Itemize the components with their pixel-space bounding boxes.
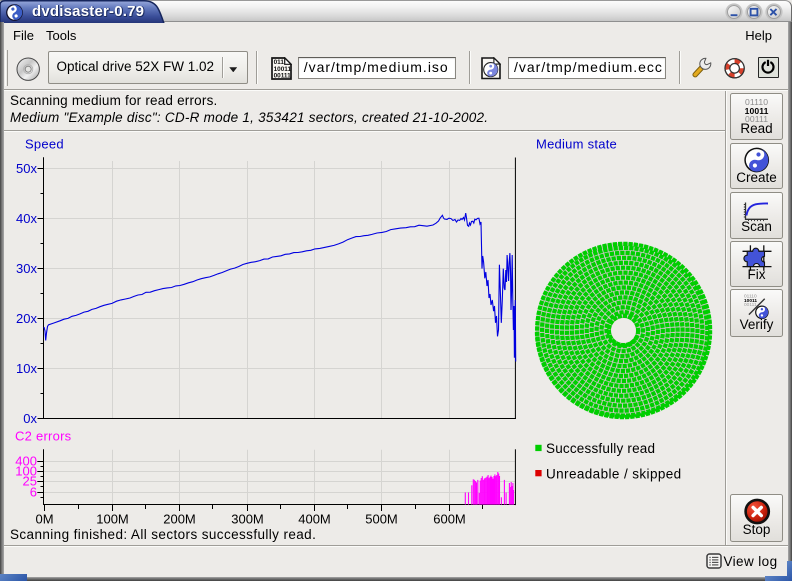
svg-text:50x: 50x [16,161,37,176]
svg-text:0M: 0M [35,512,53,527]
svg-text:C2 errors: C2 errors [15,429,72,444]
svg-text:100M: 100M [96,512,129,527]
svg-text:0x: 0x [23,411,37,426]
svg-text:20x: 20x [16,311,37,326]
svg-text:40x: 40x [16,211,37,226]
svg-text:30x: 30x [16,261,37,276]
svg-text:Unreadable / skipped: Unreadable / skipped [546,467,682,482]
svg-text:600M: 600M [433,512,466,527]
svg-text:6: 6 [30,485,37,500]
svg-text:400M: 400M [298,512,331,527]
svg-text:Medium state: Medium state [536,137,617,152]
svg-text:300M: 300M [231,512,264,527]
svg-text:500M: 500M [365,512,398,527]
svg-text:10x: 10x [16,361,37,376]
svg-text:Successfully read: Successfully read [546,441,655,456]
svg-text:00111: 00111 [744,302,757,308]
svg-text:200M: 200M [163,512,196,527]
svg-text:Speed: Speed [25,137,64,152]
